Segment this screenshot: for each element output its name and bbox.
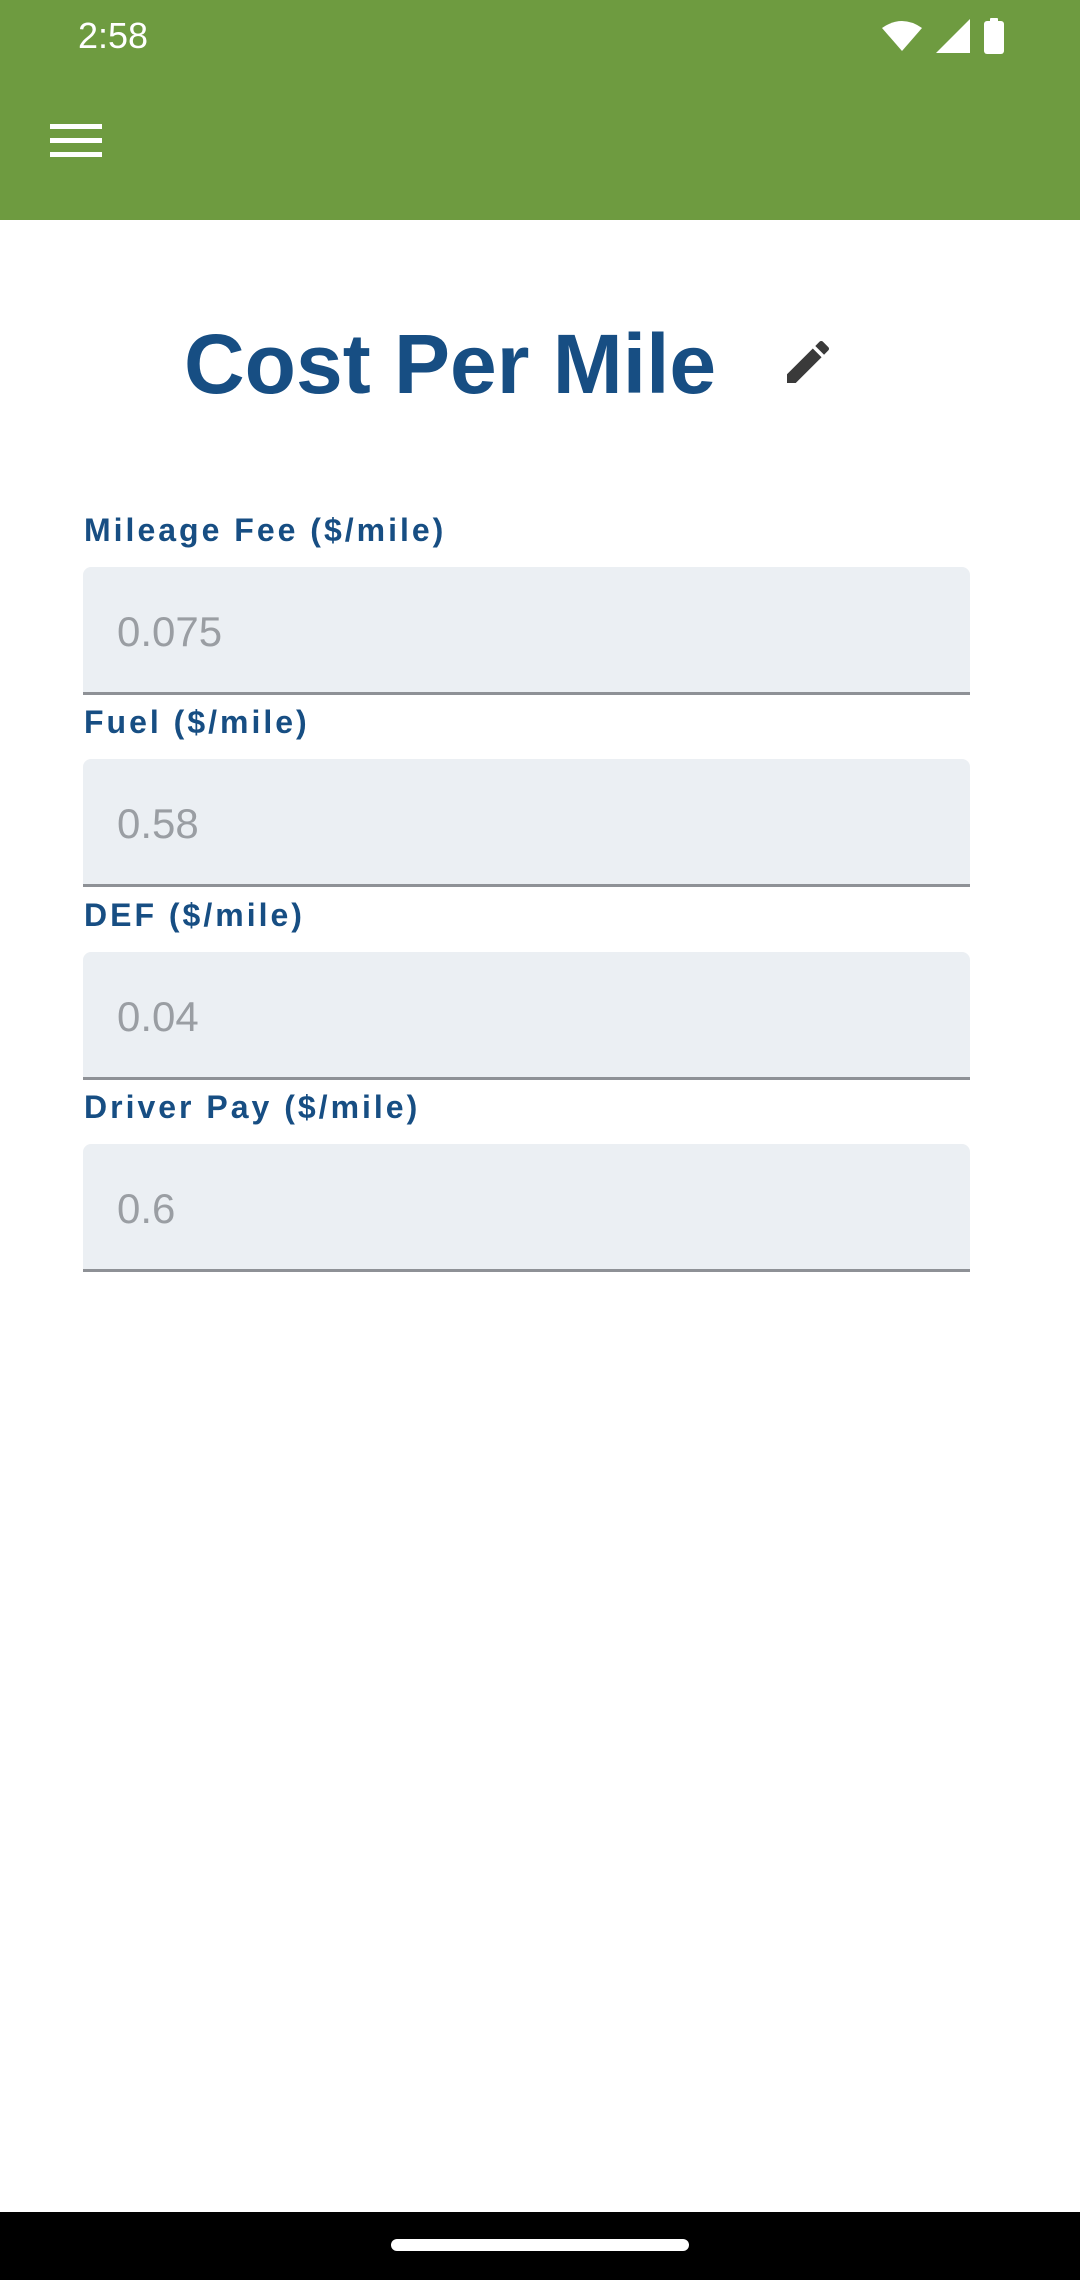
driver-pay-value: 0.6 xyxy=(117,1185,176,1232)
fuel-label: Fuel ($/mile) xyxy=(84,704,310,740)
def-value: 0.04 xyxy=(117,993,199,1040)
mileage-fee-value: 0.075 xyxy=(117,608,223,655)
edit-button[interactable] xyxy=(770,326,846,402)
title-row: Cost Per Mile xyxy=(0,300,1080,430)
mileage-fee-label: Mileage Fee ($/mile) xyxy=(84,512,447,548)
def-field[interactable]: 0.04 xyxy=(83,952,970,1080)
battery-icon xyxy=(984,18,1004,54)
status-icons xyxy=(882,16,1004,56)
status-time: 2:58 xyxy=(78,15,149,56)
mileage-fee-field[interactable]: 0.075 xyxy=(83,567,970,695)
system-nav-bar xyxy=(0,2212,1080,2280)
page-title: Cost Per Mile xyxy=(184,317,717,411)
home-gesture-handle[interactable] xyxy=(391,2239,689,2251)
signal-icon xyxy=(936,19,970,53)
def-label: DEF ($/mile) xyxy=(84,897,305,933)
pencil-icon xyxy=(780,334,836,395)
menu-button[interactable] xyxy=(40,112,112,172)
wifi-icon xyxy=(882,20,922,52)
cost-per-mile-screen: 2:58 Cost Per Mile Mileage Fee ($/mile) … xyxy=(0,0,1080,2280)
app-bar: 2:58 xyxy=(0,0,1080,220)
fuel-value: 0.58 xyxy=(117,800,199,847)
hamburger-menu-icon xyxy=(50,122,102,163)
driver-pay-field[interactable]: 0.6 xyxy=(83,1144,970,1272)
driver-pay-label: Driver Pay ($/mile) xyxy=(84,1089,421,1125)
fuel-field[interactable]: 0.58 xyxy=(83,759,970,887)
